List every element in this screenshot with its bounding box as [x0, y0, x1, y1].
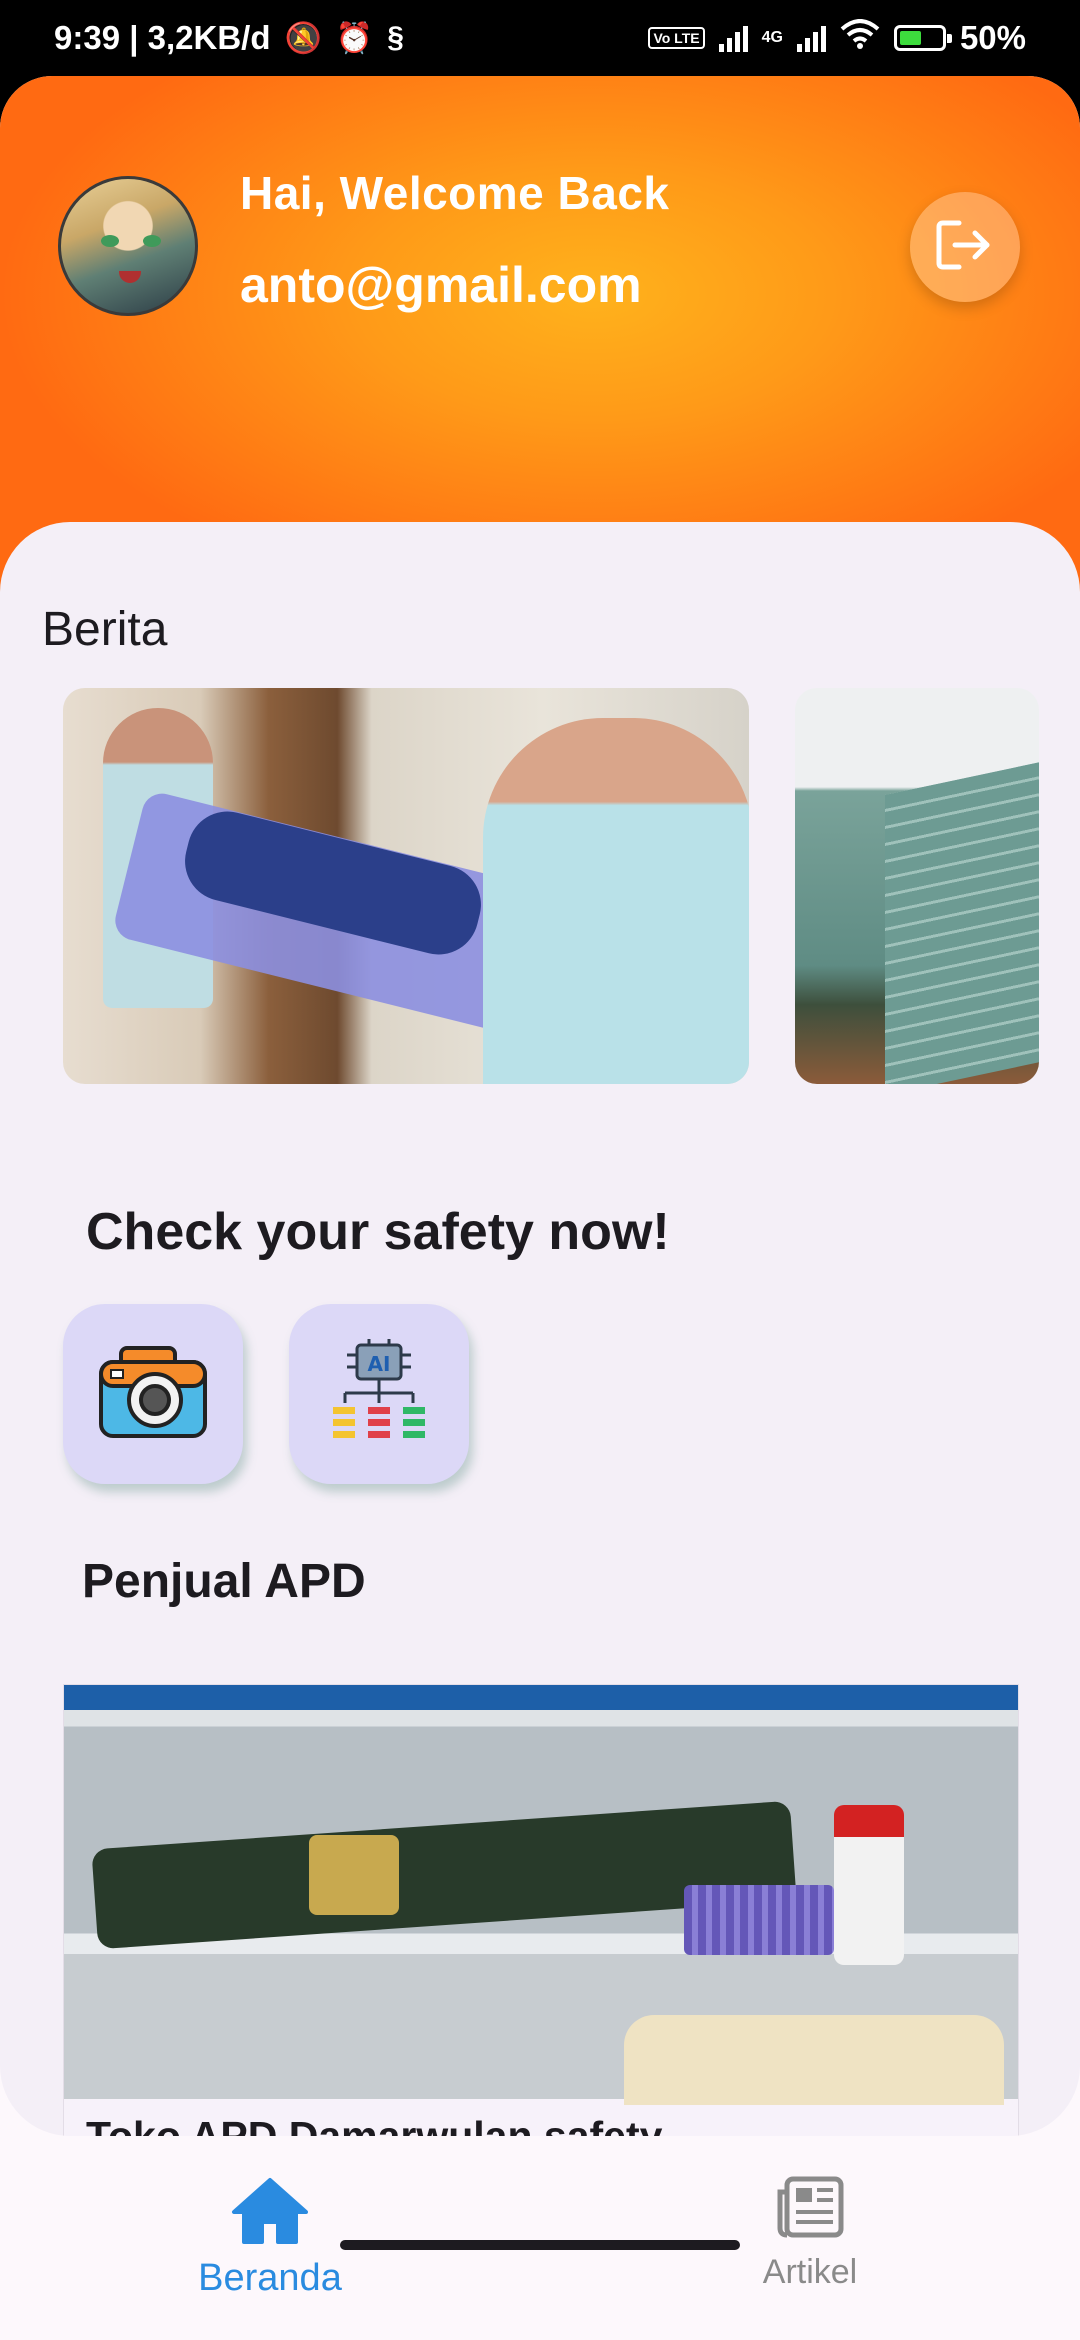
home-icon: [230, 2176, 310, 2251]
network-label: 4G: [761, 29, 783, 46]
shop-photo-buckle: [309, 1835, 399, 1915]
status-bar: 9:39 | 3,2KB/d 🔕 ⏰ § Vo LTE 4G 50%: [0, 0, 1080, 76]
shop-photo-basket: [684, 1885, 834, 1955]
news-photo-worker: [483, 718, 749, 1084]
avatar-eye: [143, 235, 161, 247]
volte-badge: Vo LTE: [648, 27, 705, 49]
camera-detection-button[interactable]: [63, 1304, 243, 1484]
logout-icon: [935, 217, 995, 278]
shop-photo-cloth: [624, 2015, 1004, 2105]
signal-icon-2: [796, 24, 826, 52]
profile-header: Hai, Welcome Back anto@gmail.com: [0, 76, 1080, 596]
section-title-penjual-apd: Penjual APD: [82, 1555, 366, 1608]
ai-chip-icon: AI: [329, 1337, 429, 1452]
status-time-speed: 9:39 | 3,2KB/d: [54, 19, 271, 56]
nav-label-artikel: Artikel: [762, 2253, 858, 2291]
news-photo-building: [885, 760, 1039, 1084]
ai-chip-label: AI: [368, 1352, 391, 1376]
camera-icon: [97, 1344, 209, 1445]
news-card[interactable]: [795, 688, 1039, 1084]
app-screen: Hai, Welcome Back anto@gmail.com Berita …: [0, 76, 1080, 2340]
shop-name: Toko APD Damarwulan safety: [86, 2113, 663, 2136]
shop-photo-can: [834, 1805, 904, 1965]
logout-button[interactable]: [910, 192, 1020, 302]
ai-detection-button[interactable]: AI: [289, 1304, 469, 1484]
mute-bell-icon: 🔕: [284, 21, 322, 55]
user-email: anto@gmail.com: [240, 257, 642, 313]
status-left: 9:39 | 3,2KB/d 🔕 ⏰ §: [54, 19, 404, 57]
greeting-text: Hai, Welcome Back: [240, 167, 670, 219]
nav-label-beranda: Beranda: [198, 2257, 342, 2299]
status-right: Vo LTE 4G 50%: [648, 19, 1026, 57]
avatar-eye: [101, 235, 119, 247]
avatar[interactable]: [58, 176, 198, 316]
wifi-icon: [840, 19, 880, 57]
alarm-icon: ⏰: [335, 21, 374, 55]
section-title-berita: Berita: [42, 603, 168, 656]
notification-icon: §: [387, 21, 404, 54]
shop-card[interactable]: Toko APD Damarwulan safety: [63, 1684, 1019, 2136]
battery-percent: 50%: [959, 19, 1026, 56]
bottom-navigation: Beranda Artikel: [0, 2136, 1080, 2340]
news-card[interactable]: [63, 688, 749, 1084]
newspaper-icon: [775, 2176, 845, 2243]
avatar-mouth: [119, 271, 141, 283]
home-content: Berita Check your safety now! AI Penjual…: [0, 522, 1080, 2136]
battery-icon: [893, 25, 952, 51]
signal-icon: [718, 24, 748, 52]
nav-item-beranda[interactable]: Beranda: [140, 2176, 400, 2300]
shop-photo: [64, 1685, 1018, 2105]
nav-item-artikel[interactable]: Artikel: [680, 2176, 940, 2292]
gesture-navigation-bar[interactable]: [340, 2240, 740, 2250]
section-title-check-safety: Check your safety now!: [86, 1203, 670, 1261]
